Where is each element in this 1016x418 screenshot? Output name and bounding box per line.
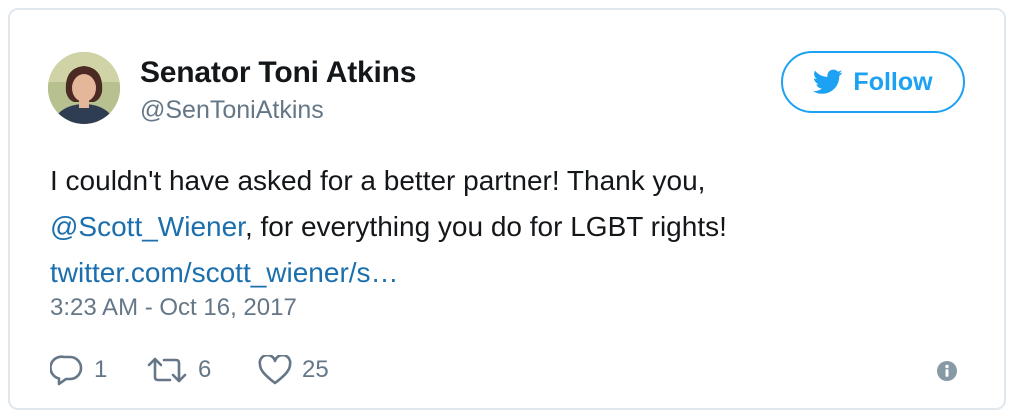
author-handle[interactable]: @SenToniAtkins [140,96,324,125]
avatar-photo [48,52,120,124]
like-count: 25 [302,356,329,383]
retweet-count: 6 [198,356,212,383]
info-circle-icon [937,361,957,381]
tweet-line-2: @Scott_Wiener, for everything you do for… [50,204,970,250]
mention-link[interactable]: @Scott_Wiener [50,211,245,242]
tweet-line-3: twitter.com/scott_wiener/s… [50,250,970,296]
tweet-line-2-text: , for everything you do for LGBT rights! [244,211,727,242]
tweet-text: I couldn't have asked for a better partn… [50,158,970,296]
author-avatar[interactable] [48,52,120,124]
reply-count: 1 [94,356,108,383]
reply-button[interactable]: 1 [50,354,146,386]
tweet-actions: 1 6 25 [50,350,329,390]
like-button[interactable]: 25 [258,355,329,385]
reply-icon [50,355,83,386]
retweet-button[interactable]: 6 [146,355,258,385]
author-name[interactable]: Senator Toni Atkins [140,56,416,90]
heart-icon [258,355,292,385]
embedded-tweet-card: Senator Toni Atkins @SenToniAtkins Follo… [8,8,1006,410]
tweet-url-link[interactable]: twitter.com/scott_wiener/s… [50,257,399,288]
tweet-line-1: I couldn't have asked for a better partn… [50,165,706,196]
tweet-timestamp[interactable]: 3:23 AM - Oct 16, 2017 [50,294,297,322]
info-icon[interactable] [936,360,958,382]
follow-button-label: Follow [853,67,933,96]
follow-button[interactable]: Follow [781,51,965,113]
retweet-icon [147,357,187,383]
twitter-bird-icon [813,69,843,94]
